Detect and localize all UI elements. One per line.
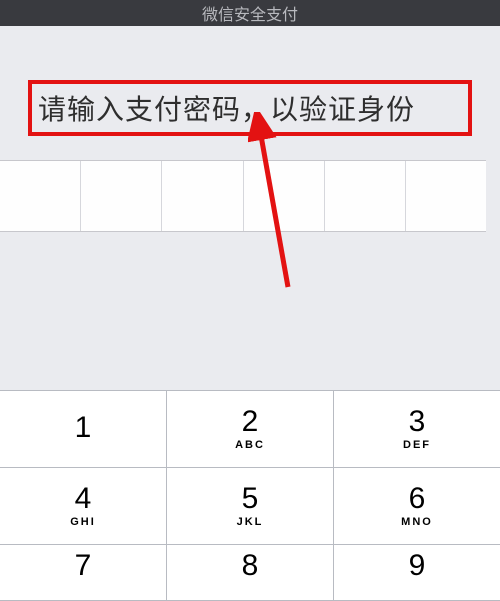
prompt-highlight-box: 请输入支付密码，以验证身份 bbox=[28, 80, 472, 136]
key-8[interactable]: 8 bbox=[167, 545, 334, 601]
key-5[interactable]: 5 JKL bbox=[167, 468, 334, 545]
key-row: 1 2 ABC 3 DEF bbox=[0, 391, 500, 468]
key-number: 6 bbox=[409, 484, 426, 514]
key-row: 4 GHI 5 JKL 6 MNO bbox=[0, 468, 500, 545]
pin-cell bbox=[406, 161, 486, 231]
key-subtext: MNO bbox=[401, 516, 433, 528]
key-number: 3 bbox=[409, 407, 426, 437]
key-subtext: JKL bbox=[237, 516, 264, 528]
key-subtext: GHI bbox=[70, 516, 96, 528]
key-subtext: ABC bbox=[235, 439, 265, 451]
key-3[interactable]: 3 DEF bbox=[334, 391, 500, 468]
pin-cell bbox=[0, 161, 81, 231]
key-number: 1 bbox=[75, 413, 92, 443]
prompt-text: 请输入支付密码，以验证身份 bbox=[38, 94, 415, 125]
key-number: 7 bbox=[75, 551, 92, 581]
prompt-area: 请输入支付密码，以验证身份 bbox=[0, 26, 500, 136]
key-1[interactable]: 1 bbox=[0, 391, 167, 468]
key-subtext: DEF bbox=[403, 439, 431, 451]
pin-cell bbox=[162, 161, 243, 231]
pin-cell bbox=[81, 161, 162, 231]
key-4[interactable]: 4 GHI bbox=[0, 468, 167, 545]
header-bar: 微信安全支付 bbox=[0, 0, 500, 26]
numeric-keypad: 1 2 ABC 3 DEF 4 GHI 5 JKL 6 MNO 7 8 bbox=[0, 390, 500, 601]
key-9[interactable]: 9 bbox=[334, 545, 500, 601]
key-number: 8 bbox=[242, 551, 259, 581]
pin-cell bbox=[244, 161, 325, 231]
key-number: 5 bbox=[242, 484, 259, 514]
header-title: 微信安全支付 bbox=[202, 1, 298, 25]
key-2[interactable]: 2 ABC bbox=[167, 391, 334, 468]
key-number: 2 bbox=[242, 407, 259, 437]
key-7[interactable]: 7 bbox=[0, 545, 167, 601]
key-6[interactable]: 6 MNO bbox=[334, 468, 500, 545]
key-number: 9 bbox=[409, 551, 426, 581]
pin-input[interactable] bbox=[0, 160, 486, 232]
pin-cell bbox=[325, 161, 406, 231]
key-number: 4 bbox=[75, 484, 92, 514]
key-row: 7 8 9 bbox=[0, 545, 500, 601]
